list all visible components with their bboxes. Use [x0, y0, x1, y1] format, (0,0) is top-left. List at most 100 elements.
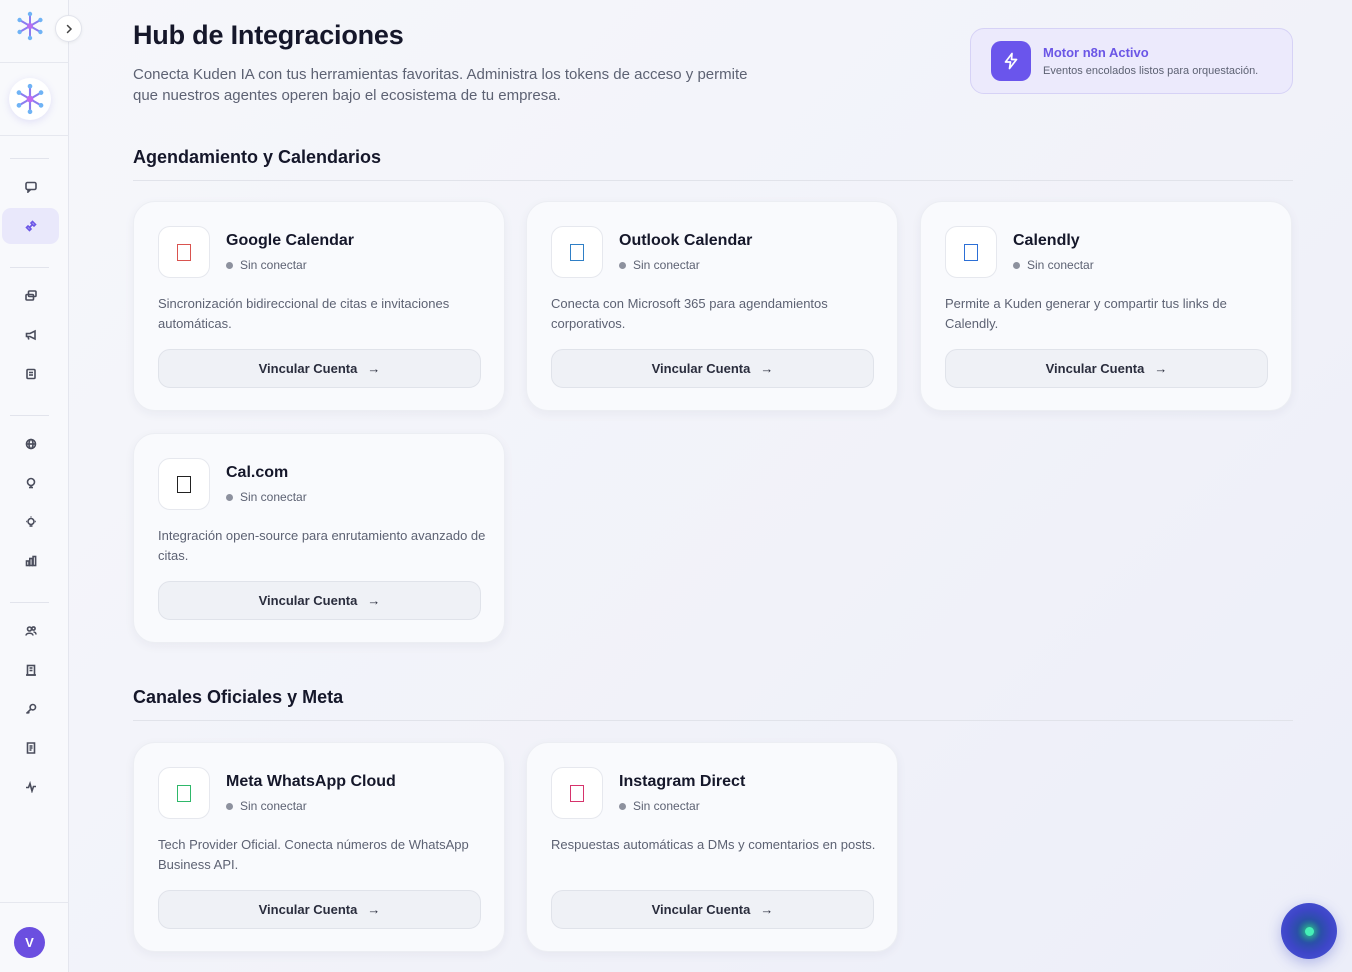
button-label: Vincular Cuenta — [258, 902, 358, 917]
integration-name: Google Calendar — [226, 232, 355, 249]
button-label: Vincular Cuenta — [258, 593, 358, 608]
status-dot — [619, 802, 626, 810]
sidebar-divider — [10, 158, 49, 159]
engine-status-card: Motor n8n Activo Eventos encolados listo… — [970, 28, 1293, 94]
brand-logo-icon[interactable] — [14, 10, 46, 42]
section-title-channels: Canales Oficiales y Meta — [133, 687, 344, 707]
sidebar-item-chat[interactable] — [2, 169, 59, 205]
page-title: Hub de Integraciones — [133, 20, 404, 50]
integration-description: Integración open-source para enrutamient… — [158, 528, 486, 563]
status-text: Sin conectar — [633, 258, 700, 272]
status-badge: Sin conectar — [619, 799, 700, 813]
sidebar-item-integrations[interactable] — [2, 208, 59, 244]
button-label: Vincular Cuenta — [1045, 361, 1145, 376]
status-text: Sin conectar — [1027, 258, 1094, 272]
key-icon — [25, 703, 36, 715]
sidebar-item-campaigns[interactable] — [2, 317, 59, 353]
google-calendar-icon — [158, 226, 210, 278]
status-dot — [226, 261, 233, 269]
whatsapp-icon — [158, 767, 210, 819]
sidebar-item-activity[interactable] — [2, 769, 59, 805]
calcom-icon — [158, 458, 210, 510]
section-divider — [133, 720, 1293, 721]
workspace-logo-icon[interactable] — [9, 78, 51, 120]
user-avatar[interactable]: V — [14, 927, 45, 958]
sidebar-item-templates[interactable] — [2, 356, 59, 392]
assistant-orb-button[interactable] — [1281, 903, 1337, 959]
sidebar-item-keys[interactable] — [2, 691, 59, 727]
chevron-right-icon — [66, 24, 72, 33]
integration-card-google-calendar: Google Calendar Sin conectar Sincronizac… — [133, 201, 505, 411]
integration-card-whatsapp: Meta WhatsApp Cloud Sin conectar Tech Pr… — [133, 742, 505, 952]
activity-icon — [25, 781, 36, 793]
sidebar-divider — [10, 415, 49, 416]
link-account-button[interactable]: Vincular Cuenta → — [158, 349, 481, 388]
status-text: Sin conectar — [240, 258, 307, 272]
engine-status-subtitle: Eventos encolados listos para orquestaci… — [1043, 65, 1259, 77]
sidebar-item-analytics[interactable] — [2, 543, 59, 579]
template-icon — [25, 368, 36, 380]
sidebar-item-ideas[interactable] — [2, 504, 59, 540]
lightning-icon — [991, 41, 1031, 81]
globe-icon — [25, 438, 36, 450]
plug-icon — [24, 220, 37, 232]
bar-chart-icon — [25, 555, 36, 567]
calendly-icon — [945, 226, 997, 278]
lightbulb-icon — [25, 516, 36, 527]
chat-icon — [24, 181, 37, 193]
link-account-button[interactable]: Vincular Cuenta → — [551, 349, 874, 388]
integration-card-instagram: Instagram Direct Sin conectar Respuestas… — [526, 742, 898, 952]
page-subtitle: Conecta Kuden IA con tus herramientas fa… — [133, 66, 748, 104]
integration-description: Sincronización bidireccional de citas e … — [158, 296, 450, 331]
arrow-right-icon: → — [760, 361, 774, 376]
integration-description: Permite a Kuden generar y compartir tus … — [945, 296, 1227, 331]
integration-name: Outlook Calendar — [619, 232, 753, 249]
section-title-calendars: Agendamiento y Calendarios — [133, 147, 382, 167]
arrow-right-icon: → — [367, 361, 381, 376]
messages-icon — [24, 290, 37, 301]
instagram-icon — [551, 767, 603, 819]
button-label: Vincular Cuenta — [258, 361, 358, 376]
sidebar-toggle-button[interactable] — [55, 15, 82, 42]
arrow-right-icon: → — [1154, 361, 1168, 376]
sidebar-item-messages[interactable] — [2, 278, 59, 314]
status-dot — [619, 261, 626, 269]
sidebar-item-billing[interactable] — [2, 730, 59, 766]
integration-card-outlook-calendar: Outlook Calendar Sin conectar Conecta co… — [526, 201, 898, 411]
integration-card-calendly: Calendly Sin conectar Permite a Kuden ge… — [920, 201, 1292, 411]
integration-description: Tech Provider Oficial. Conecta números d… — [158, 837, 469, 872]
sidebar-item-globe[interactable] — [2, 426, 59, 462]
link-account-button[interactable]: Vincular Cuenta → — [945, 349, 1268, 388]
building-icon — [25, 664, 36, 676]
link-account-button[interactable]: Vincular Cuenta → — [158, 581, 481, 620]
integration-name: Instagram Direct — [619, 773, 746, 790]
status-badge: Sin conectar — [1013, 258, 1094, 272]
sidebar-item-brain[interactable] — [2, 465, 59, 501]
sidebar-divider — [10, 267, 49, 268]
link-account-button[interactable]: Vincular Cuenta → — [551, 890, 874, 929]
outlook-calendar-icon — [551, 226, 603, 278]
assistant-orb-icon — [1304, 926, 1314, 936]
arrow-right-icon: → — [367, 593, 381, 608]
button-label: Vincular Cuenta — [651, 902, 751, 917]
status-badge: Sin conectar — [226, 799, 307, 813]
link-account-button[interactable]: Vincular Cuenta → — [158, 890, 481, 929]
integration-name: Calendly — [1013, 232, 1080, 249]
sidebar-item-company[interactable] — [2, 652, 59, 688]
integration-description: Conecta con Microsoft 365 para agendamie… — [551, 296, 828, 331]
sidebar-item-users[interactable] — [2, 613, 59, 649]
sidebar: V — [0, 0, 69, 972]
integration-name: Cal.com — [226, 464, 289, 481]
status-badge: Sin conectar — [226, 490, 307, 504]
status-text: Sin conectar — [240, 490, 307, 504]
megaphone-icon — [25, 329, 36, 341]
status-dot — [226, 802, 233, 810]
status-dot — [226, 493, 233, 501]
sidebar-divider — [10, 602, 49, 603]
status-text: Sin conectar — [633, 799, 700, 813]
users-icon — [24, 626, 37, 636]
section-divider — [133, 180, 1293, 181]
brain-icon — [26, 477, 35, 489]
status-badge: Sin conectar — [619, 258, 700, 272]
integration-card-calcom: Cal.com Sin conectar Integración open-so… — [133, 433, 505, 643]
